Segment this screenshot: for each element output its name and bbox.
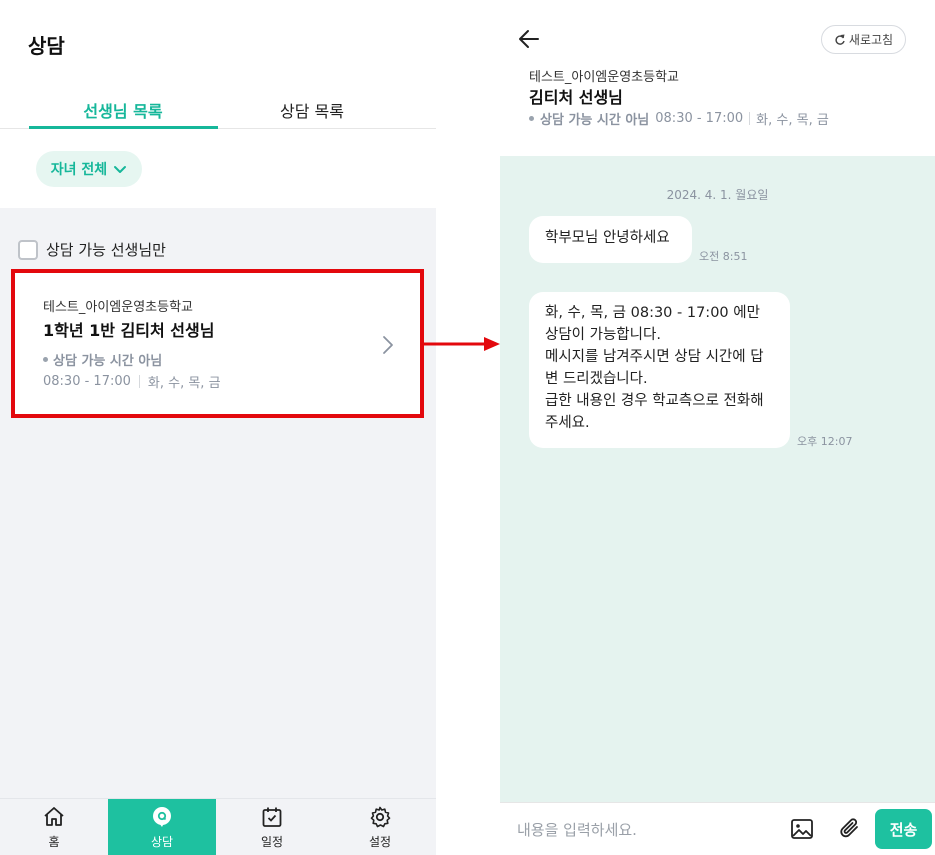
message-time: 오후 12:07 [797, 435, 853, 448]
back-arrow-icon[interactable] [518, 28, 540, 50]
calendar-check-icon [262, 807, 282, 827]
chat-consult-hours: 08:30 - 17:00 [655, 111, 744, 126]
send-button[interactable]: 전송 [875, 809, 932, 849]
nav-home-label: 홈 [48, 835, 60, 849]
divider [749, 112, 751, 125]
gear-icon [370, 806, 391, 828]
active-tab-indicator [29, 126, 218, 129]
date-separator: 2024. 4. 1. 월요일 [666, 188, 769, 202]
message-text-line: 메시지를 남겨주시면 상담 시간에 답 [545, 349, 764, 365]
home-icon [44, 807, 64, 826]
paperclip-icon[interactable] [837, 816, 863, 842]
tab-teacher-list[interactable]: 선생님 목록 [29, 98, 217, 122]
nav-schedule[interactable]: 일정 [218, 799, 326, 855]
chat-screen: 새로고침 테스트_아이엠운영초등학교 김티처 선생님 상담 가능 시간 아님 0… [500, 0, 935, 855]
nav-home[interactable]: 홈 [0, 799, 108, 855]
status-dot [529, 116, 534, 121]
nav-settings-label: 설정 [368, 835, 392, 849]
page-title: 상담 [28, 34, 65, 58]
message-input[interactable]: 내용을 입력하세요. [517, 819, 637, 840]
chat-messages-area[interactable]: 2024. 4. 1. 월요일 학부모님 안녕하세요 오전 8:51 화, 수,… [500, 156, 935, 802]
available-only-filter[interactable]: 상담 가능 선생님만 [18, 239, 166, 260]
message-text-line: 화, 수, 목, 금 08:30 - 17:00 에만 [545, 305, 760, 321]
arrow-right-annotation-icon [424, 337, 500, 351]
chat-consult-days: 화, 수, 목, 금 [756, 113, 829, 128]
message-text-line: 학부모님 안녕하세요 [545, 230, 670, 246]
nav-consult[interactable]: 상담 [108, 799, 216, 855]
message-text-line: 상담이 가능합니다. [545, 327, 661, 343]
chevron-down-icon [114, 166, 127, 173]
available-only-label: 상담 가능 선생님만 [46, 241, 166, 259]
available-only-checkbox[interactable] [18, 239, 38, 260]
message-composer: 내용을 입력하세요. 전송 [500, 802, 935, 855]
chat-availability: 상담 가능 시간 아님 08:30 - 17:00 화, 수, 목, 금 [529, 109, 829, 128]
chat-bubble-icon [153, 807, 171, 827]
highlight-annotation-box [11, 269, 424, 418]
tab-bar: 선생님 목록 상담 목록 [0, 92, 436, 129]
message-time: 오전 8:51 [699, 250, 748, 263]
child-filter-dropdown[interactable]: 자녀 전체 [36, 151, 142, 187]
chat-teacher-name: 김티처 선생님 [529, 88, 623, 107]
refresh-label: 새로고침 [848, 33, 894, 47]
nav-schedule-label: 일정 [260, 835, 284, 849]
message-text-line: 변 드리겠습니다. [545, 371, 648, 387]
nav-consult-label: 상담 [150, 835, 174, 849]
message-bubble: 학부모님 안녕하세요 [529, 216, 692, 263]
message-text-line: 급한 내용인 경우 학교측으로 전화해 [545, 393, 764, 409]
image-attach-icon[interactable] [790, 817, 814, 841]
message-bubble: 화, 수, 목, 금 08:30 - 17:00 에만 상담이 가능합니다. 메… [529, 292, 790, 448]
message-text-line: 주세요. [545, 415, 590, 431]
chat-teacher-school: 테스트_아이엠운영초등학교 [529, 70, 680, 85]
nav-settings[interactable]: 설정 [326, 799, 434, 855]
refresh-icon [835, 34, 845, 45]
child-filter-label: 자녀 전체 [50, 162, 108, 178]
chat-availability-status: 상담 가능 시간 아님 [540, 113, 650, 128]
refresh-button[interactable]: 새로고침 [821, 25, 906, 54]
tab-consult-list[interactable]: 상담 목록 [218, 98, 406, 122]
bottom-navigation: 홈 상담 일정 설정 [0, 798, 436, 855]
teacher-list-screen: 상담 선생님 목록 상담 목록 자녀 전체 상담 가능 선생님만 테스트_아이엠… [0, 0, 436, 855]
